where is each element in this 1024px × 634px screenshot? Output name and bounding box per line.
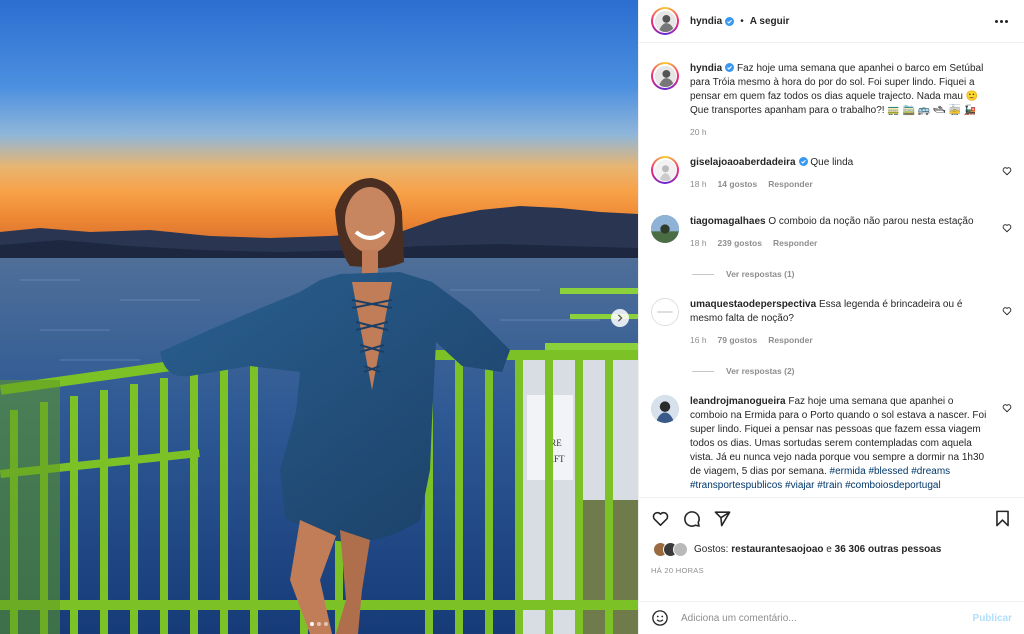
post-header: hyndia • A seguir <box>639 0 1024 43</box>
view-replies-label: Ver respostas (1) <box>726 269 795 279</box>
comment-time: 16 h <box>690 335 707 345</box>
caption-avatar[interactable] <box>651 62 679 90</box>
likes-summary: Gostos: restaurantesaojoao e 36 306 outr… <box>653 542 941 557</box>
caption-text: Faz hoje uma semana que apanhei o barco … <box>690 63 984 116</box>
comment-composer: Publicar <box>639 601 1024 634</box>
caption-username[interactable]: hyndia <box>690 63 722 74</box>
author-avatar[interactable] <box>651 7 679 35</box>
likes-prefix: Gostos: <box>694 544 729 555</box>
comment-item: tiagomagalhaes O comboio da noção não pa… <box>651 215 1012 250</box>
carousel-dot <box>317 622 321 626</box>
sunset-ferry-photo: 2 RE AFT <box>0 0 638 634</box>
caption: hyndia Faz hoje uma semana que apanhei o… <box>651 62 1012 139</box>
post-photo[interactable]: 2 RE AFT <box>0 0 638 634</box>
heart-icon[interactable] <box>1002 223 1012 233</box>
liker-avatar[interactable] <box>673 542 688 557</box>
comment-icon[interactable] <box>682 509 701 528</box>
comment-username[interactable]: tiagomagalhaes <box>690 216 766 227</box>
comment-time: 18 h <box>690 179 707 189</box>
comment-time: 18 h <box>690 238 707 248</box>
comment-text: Que linda <box>810 157 854 168</box>
reply-button[interactable]: Responder <box>768 177 812 191</box>
liker-username[interactable]: restaurantesaojoao <box>731 544 823 555</box>
likes-connector: e <box>826 544 832 555</box>
view-replies-button[interactable]: Ver respostas (2) <box>692 366 795 376</box>
reply-button[interactable]: Responder <box>768 333 812 347</box>
carousel-dot <box>310 622 314 626</box>
heart-icon[interactable] <box>1002 403 1012 413</box>
bookmark-icon[interactable] <box>993 509 1012 528</box>
more-options-icon[interactable] <box>991 16 1012 27</box>
comments-list: hyndia Faz hoje uma semana que apanhei o… <box>639 43 1024 497</box>
reply-button[interactable]: Responder <box>773 236 817 250</box>
comment-text: Faz hoje uma semana que apanhei o comboi… <box>690 396 987 477</box>
carousel-dot <box>324 622 328 626</box>
carousel-indicator <box>0 622 638 626</box>
carousel-next-button[interactable] <box>611 309 629 327</box>
heart-icon[interactable] <box>1002 166 1012 176</box>
verified-badge-icon <box>725 16 735 26</box>
likes-others-link[interactable]: 36 306 outras pessoas <box>835 544 942 555</box>
view-replies-button[interactable]: Ver respostas (1) <box>692 269 795 279</box>
comment-username[interactable]: leandrojmanogueira <box>690 396 786 407</box>
comment-avatar[interactable] <box>651 156 679 184</box>
publish-button[interactable]: Publicar <box>973 613 1012 624</box>
comment-likes-count[interactable]: 14 gostos <box>718 177 758 191</box>
view-replies-label: Ver respostas (2) <box>726 366 795 376</box>
replies-line <box>692 273 714 275</box>
post-side-panel: hyndia • A seguir hyndia Faz hoje uma se… <box>638 0 1024 634</box>
separator-bullet: • <box>740 15 744 27</box>
post-actions: Gostos: restaurantesaojoao e 36 306 outr… <box>639 497 1024 601</box>
emoji-icon[interactable] <box>651 609 669 627</box>
heart-icon[interactable] <box>1002 306 1012 316</box>
heart-icon[interactable] <box>651 509 670 528</box>
caption-time: 20 h <box>690 127 707 137</box>
comment-text: O comboio da noção não parou nesta estaç… <box>768 216 974 227</box>
following-button[interactable]: A seguir <box>750 16 790 27</box>
comment-item: umaquestaodeperspectiva Essa legenda é b… <box>651 298 1012 347</box>
comment-avatar[interactable] <box>651 395 679 423</box>
verified-badge-icon <box>725 63 735 72</box>
comment-username[interactable]: giselajoaoaberdadeira <box>690 157 796 168</box>
post-timestamp: HÁ 20 HORAS <box>651 566 704 575</box>
share-icon[interactable] <box>713 509 732 528</box>
comment-username[interactable]: umaquestaodeperspectiva <box>690 299 816 310</box>
comment-likes-count[interactable]: 79 gostos <box>718 333 758 347</box>
comment-avatar[interactable] <box>651 298 679 326</box>
chevron-right-icon <box>617 314 623 322</box>
comment-item: giselajoaoaberdadeira Que linda 18 h 14 … <box>651 156 1012 191</box>
author-username[interactable]: hyndia <box>690 16 722 27</box>
replies-line <box>692 370 714 372</box>
comment-likes-count[interactable]: 239 gostos <box>718 236 762 250</box>
verified-badge-icon <box>798 157 808 166</box>
comment-avatar[interactable] <box>651 215 679 243</box>
comment-input[interactable] <box>681 612 973 624</box>
comment-item: leandrojmanogueira Faz hoje uma semana q… <box>651 395 1012 493</box>
